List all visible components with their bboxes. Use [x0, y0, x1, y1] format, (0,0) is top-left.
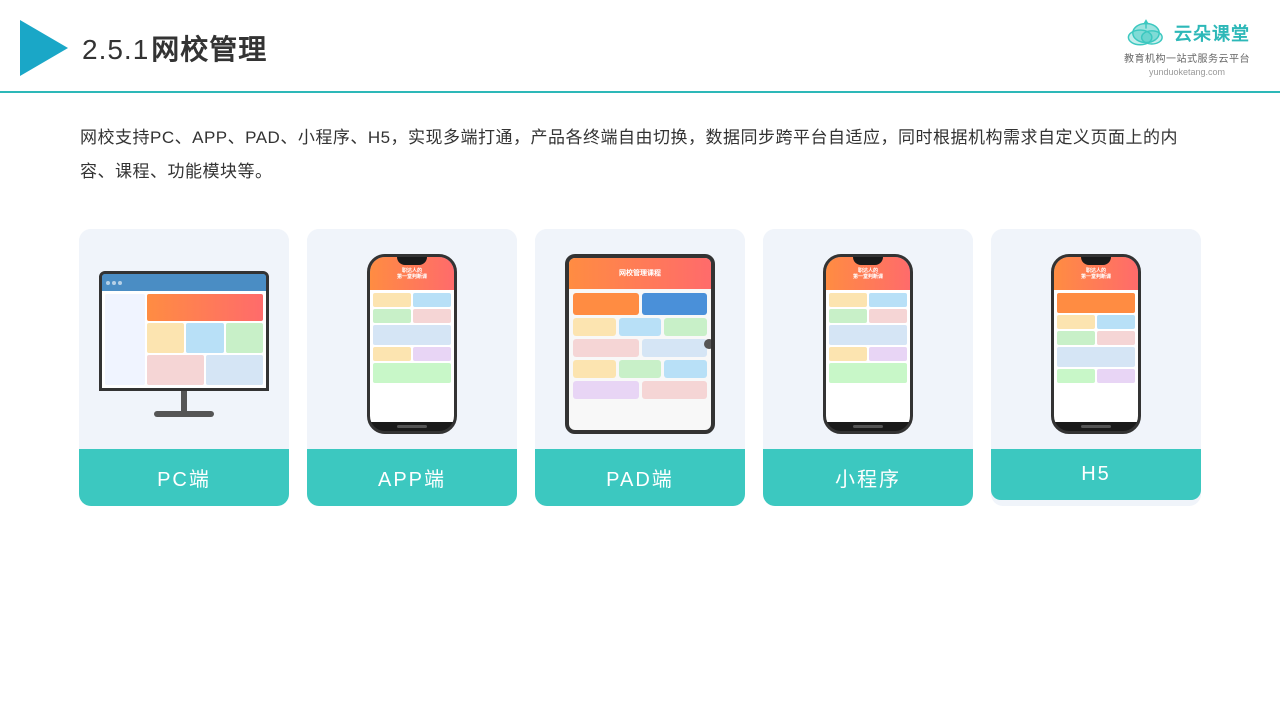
card-pc-label: PC端 — [79, 449, 289, 506]
title-text: 网校管理 — [151, 34, 267, 65]
card-h5-image: 职达人的第一堂判断课 — [991, 229, 1201, 449]
cloud-icon — [1124, 18, 1168, 48]
app-phone-icon: 职达人的第一堂判断课 — [367, 254, 457, 434]
triangle-logo-icon — [20, 20, 68, 76]
card-miniprogram-image: 职达人的第一堂判断课 — [763, 229, 973, 449]
brand-logo: 云朵课堂 教育机构一站式服务云平台 yunduoketang.com — [1124, 18, 1250, 77]
card-pad-image: 网校管理课程 — [535, 229, 745, 449]
description-text: 网校支持PC、APP、PAD、小程序、H5，实现多端打通，产品各终端自由切换，数… — [80, 121, 1200, 189]
brand-tagline: 教育机构一站式服务云平台 — [1124, 50, 1250, 65]
pc-monitor-icon — [99, 271, 269, 417]
card-miniprogram: 职达人的第一堂判断课 — [763, 229, 973, 506]
card-h5-label: H5 — [991, 449, 1201, 500]
page-description: 网校支持PC、APP、PAD、小程序、H5，实现多端打通，产品各终端自由切换，数… — [0, 93, 1280, 199]
page-title: 2.5.1网校管理 — [82, 28, 267, 68]
card-h5: 职达人的第一堂判断课 — [991, 229, 1201, 506]
h5-phone-icon: 职达人的第一堂判断课 — [1051, 254, 1141, 434]
card-miniprogram-label: 小程序 — [763, 449, 973, 506]
page-header: 2.5.1网校管理 云朵课堂 教育机构一站式服务云平台 yunduoketang… — [0, 0, 1280, 93]
card-app-label: APP端 — [307, 449, 517, 506]
card-pad: 网校管理课程 — [535, 229, 745, 506]
miniprogram-phone-icon: 职达人的第一堂判断课 — [823, 254, 913, 434]
card-pc-image — [79, 229, 289, 449]
brand-url: yunduoketang.com — [1149, 67, 1225, 77]
header-left: 2.5.1网校管理 — [20, 20, 267, 76]
cloud-logo-container: 云朵课堂 — [1124, 18, 1250, 48]
card-pc: PC端 — [79, 229, 289, 506]
brand-name: 云朵课堂 — [1174, 20, 1250, 46]
title-number: 2.5.1 — [82, 34, 149, 65]
pad-tablet-icon: 网校管理课程 — [565, 254, 715, 434]
card-app: 职达人的第一堂判断课 — [307, 229, 517, 506]
card-pad-label: PAD端 — [535, 449, 745, 506]
card-app-image: 职达人的第一堂判断课 — [307, 229, 517, 449]
platform-cards: PC端 职达人的第一堂判断课 — [0, 199, 1280, 506]
